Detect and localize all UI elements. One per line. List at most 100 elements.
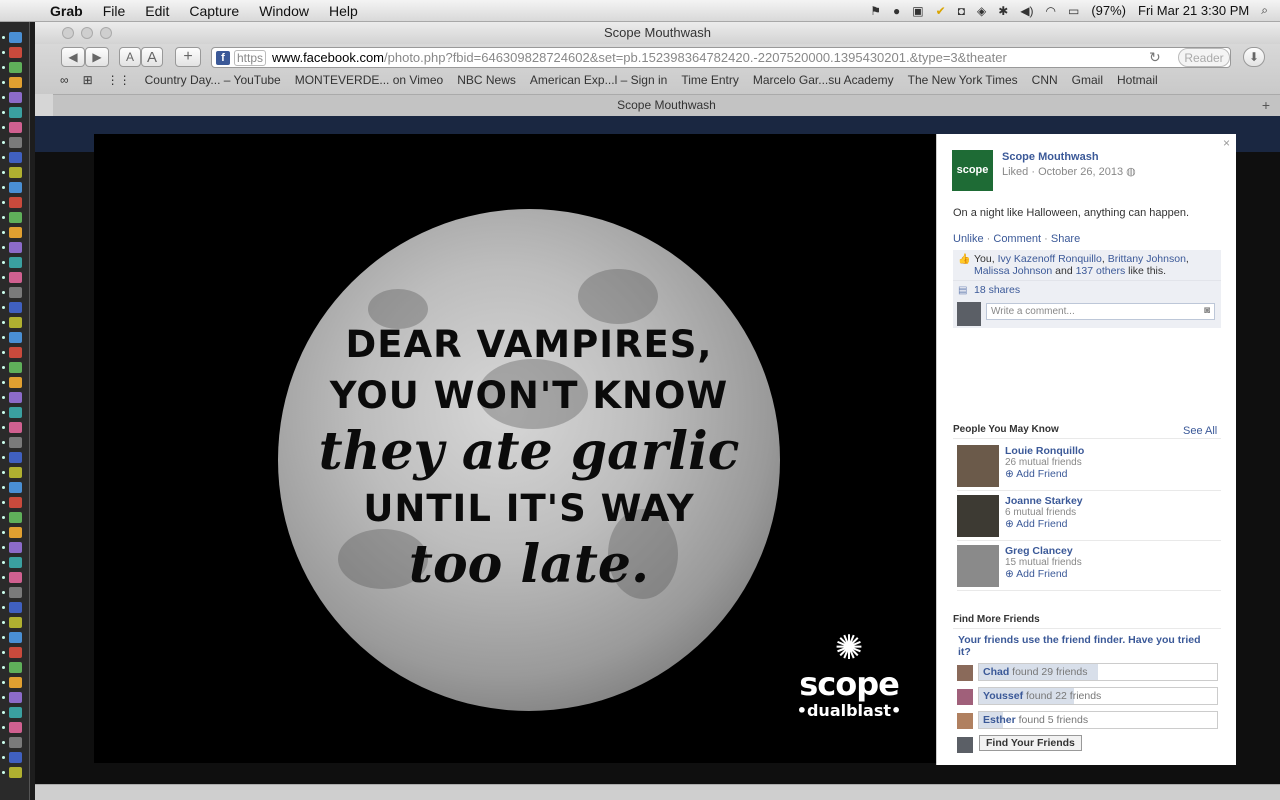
dock-app-icon[interactable] (9, 377, 22, 388)
menu-window[interactable]: Window (249, 3, 319, 19)
close-window-button[interactable] (62, 27, 74, 39)
tab-scope-mouthwash[interactable]: Scope Mouthwash (617, 98, 716, 112)
likes-others-link[interactable]: 137 others (1076, 265, 1126, 277)
find-your-friends-button[interactable]: Find Your Friends (979, 735, 1082, 751)
liker-link[interactable]: Ivy Kazenoff Ronquillo (998, 253, 1102, 265)
dock-app-icon[interactable] (9, 437, 22, 448)
liker-link[interactable]: Brittany Johnson (1108, 253, 1186, 265)
unlike-link[interactable]: Unlike (953, 233, 984, 245)
dock-app-icon[interactable] (9, 467, 22, 478)
dock-app-icon[interactable] (9, 662, 22, 673)
dock-app-icon[interactable] (9, 602, 22, 613)
dock-app-icon[interactable] (9, 182, 22, 193)
dock-app-icon[interactable] (9, 137, 22, 148)
dock-app-icon[interactable] (9, 122, 22, 133)
liker-link[interactable]: Malissa Johnson (974, 265, 1052, 277)
menu-file[interactable]: File (93, 3, 136, 19)
dock-app-icon[interactable] (9, 302, 22, 313)
dock-app-icon[interactable] (9, 62, 22, 73)
see-all-link[interactable]: See All (1183, 425, 1217, 437)
mutual-friends[interactable]: 26 mutual friends (1005, 457, 1082, 468)
signpost-icon[interactable]: ⚑ (870, 4, 881, 18)
dock-app-icon[interactable] (9, 587, 22, 598)
dock-app-icon[interactable] (9, 737, 22, 748)
dock-app-icon[interactable] (9, 107, 22, 118)
add-bookmark-button[interactable]: + (175, 47, 201, 67)
top-sites-icon[interactable]: ⋮⋮ (100, 73, 138, 87)
dock-app-icon[interactable] (9, 617, 22, 628)
dock-app-icon[interactable] (9, 407, 22, 418)
shares-link[interactable]: 18 shares (974, 284, 1020, 296)
person-avatar[interactable] (957, 495, 999, 537)
dock-app-icon[interactable] (9, 572, 22, 583)
bookmark-item[interactable]: NBC News (450, 73, 523, 87)
chat-icon[interactable]: ● (893, 4, 900, 18)
add-friend-button[interactable]: ⊕ Add Friend (1005, 568, 1068, 580)
bookmarks-icon[interactable]: ⊞ (76, 73, 100, 87)
padlock-icon[interactable]: ◘ (958, 4, 965, 18)
dock-app-icon[interactable] (9, 527, 22, 538)
spotlight-search-icon[interactable]: ⌕ (1261, 3, 1268, 18)
bookmark-item[interactable]: The New York Times (901, 73, 1025, 87)
airport-icon[interactable]: ◈ (977, 4, 986, 18)
new-tab-icon[interactable]: + (1262, 95, 1270, 115)
mutual-friends[interactable]: 15 mutual friends (1005, 557, 1082, 568)
dock-app-icon[interactable] (9, 317, 22, 328)
menu-capture[interactable]: Capture (179, 3, 249, 19)
dock-app-icon[interactable] (9, 32, 22, 43)
volume-icon[interactable]: ◀) (1020, 4, 1033, 18)
checkmark-icon[interactable]: ✔ (936, 4, 946, 18)
clock[interactable]: Fri Mar 21 3:30 PM (1138, 3, 1249, 18)
comment-input[interactable]: Write a comment... ◙ (986, 303, 1215, 320)
wifi-icon[interactable]: ◠ (1045, 4, 1055, 18)
bluetooth-icon[interactable]: ✱ (998, 4, 1008, 18)
dock-app-icon[interactable] (9, 647, 22, 658)
dock-app-icon[interactable] (9, 47, 22, 58)
dock-app-icon[interactable] (9, 212, 22, 223)
dock-app-icon[interactable] (9, 392, 22, 403)
photo-viewer[interactable]: DEAR VAMPIRES, YOU WON'T KNOW they ate g… (94, 134, 936, 763)
dock-app-icon[interactable] (9, 152, 22, 163)
dock-app-icon[interactable] (9, 362, 22, 373)
bookmark-item[interactable]: Marcelo Gar...su Academy (746, 73, 901, 87)
dock-app-icon[interactable] (9, 92, 22, 103)
text-smaller-button[interactable]: A (119, 47, 141, 67)
dock-app-icon[interactable] (9, 227, 22, 238)
menu-edit[interactable]: Edit (135, 3, 179, 19)
dock-app-icon[interactable] (9, 287, 22, 298)
bookmark-item[interactable]: MONTEVERDE... on Vimeo (288, 73, 451, 87)
dock-app-icon[interactable] (9, 422, 22, 433)
bookmark-item[interactable]: Hotmail (1110, 73, 1165, 87)
person-name[interactable]: Joanne Starkey (1005, 495, 1083, 507)
dock-app-icon[interactable] (9, 197, 22, 208)
page-avatar[interactable]: scope (952, 150, 993, 191)
page-name-link[interactable]: Scope Mouthwash (1002, 151, 1099, 163)
dock-app-icon[interactable] (9, 347, 22, 358)
dock-app-icon[interactable] (9, 707, 22, 718)
dock-app-icon[interactable] (9, 632, 22, 643)
comment-link[interactable]: Comment (993, 233, 1041, 245)
bookmark-item[interactable]: Gmail (1065, 73, 1110, 87)
person-avatar[interactable] (957, 545, 999, 587)
person-avatar[interactable] (957, 445, 999, 487)
mutual-friends[interactable]: 6 mutual friends (1005, 507, 1076, 518)
add-friend-button[interactable]: ⊕ Add Friend (1005, 468, 1068, 480)
reading-list-icon[interactable]: ∞ (53, 73, 76, 87)
downloads-button[interactable]: ⬇ (1243, 47, 1265, 67)
dock-app-icon[interactable] (9, 512, 22, 523)
dock-app-icon[interactable] (9, 242, 22, 253)
bookmark-item[interactable]: CNN (1025, 73, 1065, 87)
add-friend-button[interactable]: ⊕ Add Friend (1005, 518, 1068, 530)
zoom-window-button[interactable] (100, 27, 112, 39)
menu-help[interactable]: Help (319, 3, 368, 19)
dock-app-icon[interactable] (9, 482, 22, 493)
share-link[interactable]: Share (1051, 233, 1080, 245)
dock-app-icon[interactable] (9, 272, 22, 283)
dock-app-icon[interactable] (9, 767, 22, 778)
back-button[interactable]: ◀ (61, 47, 85, 67)
lock-icon[interactable]: ▣ (912, 4, 923, 18)
bookmark-item[interactable]: Country Day... – YouTube (138, 73, 288, 87)
dock-app-icon[interactable] (9, 542, 22, 553)
dock-app-icon[interactable] (9, 452, 22, 463)
dock-app-icon[interactable] (9, 752, 22, 763)
